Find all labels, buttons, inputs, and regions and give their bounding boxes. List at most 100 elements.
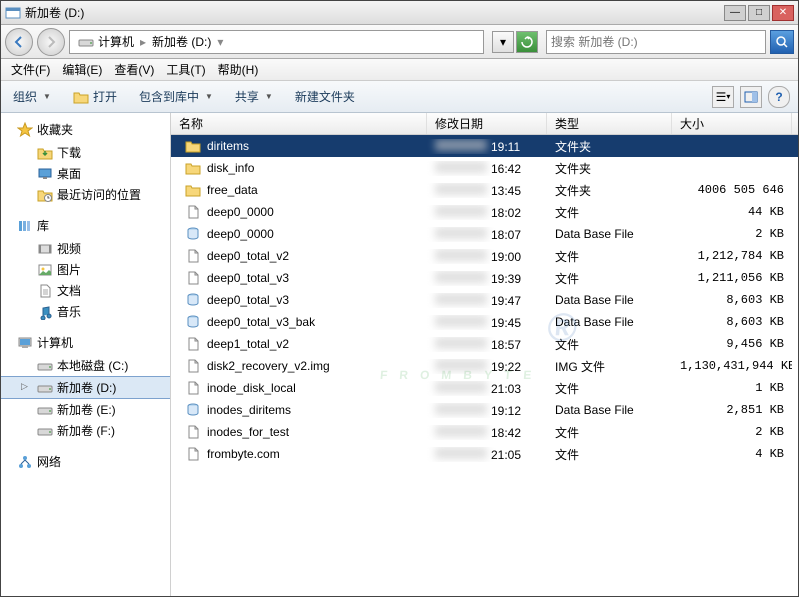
file-list[interactable]: diritems19:11文件夹disk_info16:42文件夹free_da… — [171, 135, 798, 596]
sidebar-item-downloads[interactable]: 下载 — [1, 142, 170, 163]
search-box[interactable] — [546, 30, 766, 54]
sidebar-libraries-head[interactable]: 库 — [1, 215, 170, 238]
file-type: 文件 — [547, 380, 672, 397]
file-row[interactable]: deep0_000018:02文件44 KB — [171, 201, 798, 223]
file-row[interactable]: deep0_000018:07Data Base File2 KB — [171, 223, 798, 245]
close-button[interactable]: ✕ — [772, 5, 794, 21]
folder-icon — [185, 182, 201, 198]
history-dropdown-button[interactable]: ▾ — [492, 31, 514, 53]
open-button[interactable]: 打开 — [69, 86, 121, 107]
file-row[interactable]: inodes_for_test18:42文件2 KB — [171, 421, 798, 443]
date-blurred — [435, 183, 487, 195]
menu-file[interactable]: 文件(F) — [5, 59, 56, 80]
col-date[interactable]: 修改日期 — [427, 113, 547, 134]
preview-pane-button[interactable] — [740, 86, 762, 108]
sidebar-item-documents[interactable]: 文档 — [1, 280, 170, 301]
maximize-button[interactable]: □ — [748, 5, 770, 21]
expand-arrow-icon[interactable]: ▷ — [21, 381, 28, 392]
minimize-button[interactable]: — — [724, 5, 746, 21]
file-time: 18:02 — [491, 206, 521, 220]
column-headers: 名称 修改日期 类型 大小 — [171, 113, 798, 135]
file-name: disk2_recovery_v2.img — [207, 359, 330, 373]
file-row[interactable]: frombyte.com 21:05 文件4 KB — [171, 443, 798, 465]
file-size: 4 KB — [672, 447, 792, 461]
title-bar: 新加卷 (D:) — □ ✕ — [1, 1, 798, 25]
new-folder-button[interactable]: 新建文件夹 — [291, 86, 359, 107]
drive-icon — [37, 402, 53, 418]
sidebar-item-drive-e[interactable]: 新加卷 (E:) — [1, 399, 170, 420]
sidebar-favorites-head[interactable]: 收藏夹 — [1, 119, 170, 142]
file-time: 18:57 — [491, 338, 521, 352]
sidebar-network-head[interactable]: 网络 — [1, 451, 170, 474]
file-size: 1,211,056 KB — [672, 271, 792, 285]
nav-bar: 计算机 ▸ 新加卷 (D:) ▾ ▾ — [1, 25, 798, 59]
breadcrumb-sep: ▸ — [136, 35, 150, 49]
sidebar: 收藏夹 下载 桌面 最近访问的位置 库 视频 图片 文档 音乐 计算机 本地磁盘… — [1, 113, 171, 596]
sidebar-item-drive-f[interactable]: 新加卷 (F:) — [1, 420, 170, 441]
file-row[interactable]: deep0_total_v219:00文件1,212,784 KB — [171, 245, 798, 267]
file-name: frombyte.com — [207, 447, 280, 461]
menu-bar: 文件(F) 编辑(E) 查看(V) 工具(T) 帮助(H) — [1, 59, 798, 81]
search-input[interactable] — [551, 35, 761, 49]
folder-icon — [185, 138, 201, 154]
menu-view[interactable]: 查看(V) — [108, 59, 160, 80]
organize-button[interactable]: 组织▼ — [9, 86, 55, 107]
breadcrumb-current[interactable]: 新加卷 (D:) — [150, 33, 213, 50]
file-row[interactable]: inode_disk_local21:03文件1 KB — [171, 377, 798, 399]
date-blurred — [435, 139, 487, 151]
col-name[interactable]: 名称 — [171, 113, 427, 134]
open-icon — [73, 89, 89, 105]
file-time: 19:39 — [491, 272, 521, 286]
help-button[interactable]: ? — [768, 86, 790, 108]
file-name: deep0_total_v3 — [207, 271, 289, 285]
breadcrumb-root[interactable]: 计算机 — [96, 33, 136, 50]
db-icon — [185, 314, 201, 330]
file-row[interactable]: inodes_diritems19:12Data Base File2,851 … — [171, 399, 798, 421]
file-type: 文件 — [547, 446, 672, 463]
sidebar-item-pictures[interactable]: 图片 — [1, 259, 170, 280]
include-library-button[interactable]: 包含到库中▼ — [135, 86, 217, 107]
forward-button[interactable] — [37, 28, 65, 56]
back-button[interactable] — [5, 28, 33, 56]
file-row[interactable]: deep0_total_v319:47Data Base File8,603 K… — [171, 289, 798, 311]
sidebar-item-desktop[interactable]: 桌面 — [1, 163, 170, 184]
file-row[interactable]: deep0_total_v319:39文件1,211,056 KB — [171, 267, 798, 289]
breadcrumb-dropdown[interactable]: ▾ — [213, 35, 227, 49]
col-type[interactable]: 类型 — [547, 113, 672, 134]
network-icon — [17, 454, 33, 470]
file-row[interactable]: disk2_recovery_v2.img19:22IMG 文件1,130,43… — [171, 355, 798, 377]
menu-tools[interactable]: 工具(T) — [160, 59, 211, 80]
sidebar-item-drive-d[interactable]: ▷新加卷 (D:) — [1, 376, 170, 399]
file-row[interactable]: deep1_total_v218:57文件9,456 KB — [171, 333, 798, 355]
file-icon — [185, 446, 201, 462]
address-bar[interactable]: 计算机 ▸ 新加卷 (D:) ▾ — [69, 30, 484, 54]
file-row[interactable]: disk_info16:42文件夹 — [171, 157, 798, 179]
refresh-button[interactable] — [516, 31, 538, 53]
file-row[interactable]: free_data13:45文件夹4006 505 646 — [171, 179, 798, 201]
sidebar-item-recent[interactable]: 最近访问的位置 — [1, 184, 170, 205]
file-time: 19:47 — [491, 294, 521, 308]
file-type: Data Base File — [547, 293, 672, 307]
file-row[interactable]: deep0_total_v3_bak19:45Data Base File8,6… — [171, 311, 798, 333]
library-icon — [17, 218, 33, 234]
col-size[interactable]: 大小 — [672, 113, 792, 134]
menu-help[interactable]: 帮助(H) — [212, 59, 265, 80]
sidebar-item-drive-c[interactable]: 本地磁盘 (C:) — [1, 355, 170, 376]
window-title: 新加卷 (D:) — [25, 4, 724, 21]
view-options-button[interactable]: ☰▾ — [712, 86, 734, 108]
sidebar-item-video[interactable]: 视频 — [1, 238, 170, 259]
file-time: 21:05 — [491, 448, 521, 462]
date-blurred — [435, 425, 487, 437]
sidebar-computer-head[interactable]: 计算机 — [1, 332, 170, 355]
menu-edit[interactable]: 编辑(E) — [56, 59, 108, 80]
file-row[interactable]: diritems19:11文件夹 — [171, 135, 798, 157]
star-icon — [17, 122, 33, 138]
share-button[interactable]: 共享▼ — [231, 86, 277, 107]
file-time: 19:00 — [491, 250, 521, 264]
date-blurred — [435, 403, 487, 415]
sidebar-item-music[interactable]: 音乐 — [1, 301, 170, 322]
search-button[interactable] — [770, 30, 794, 54]
file-icon — [185, 248, 201, 264]
file-size: 8,603 KB — [672, 315, 792, 329]
file-type: 文件 — [547, 424, 672, 441]
